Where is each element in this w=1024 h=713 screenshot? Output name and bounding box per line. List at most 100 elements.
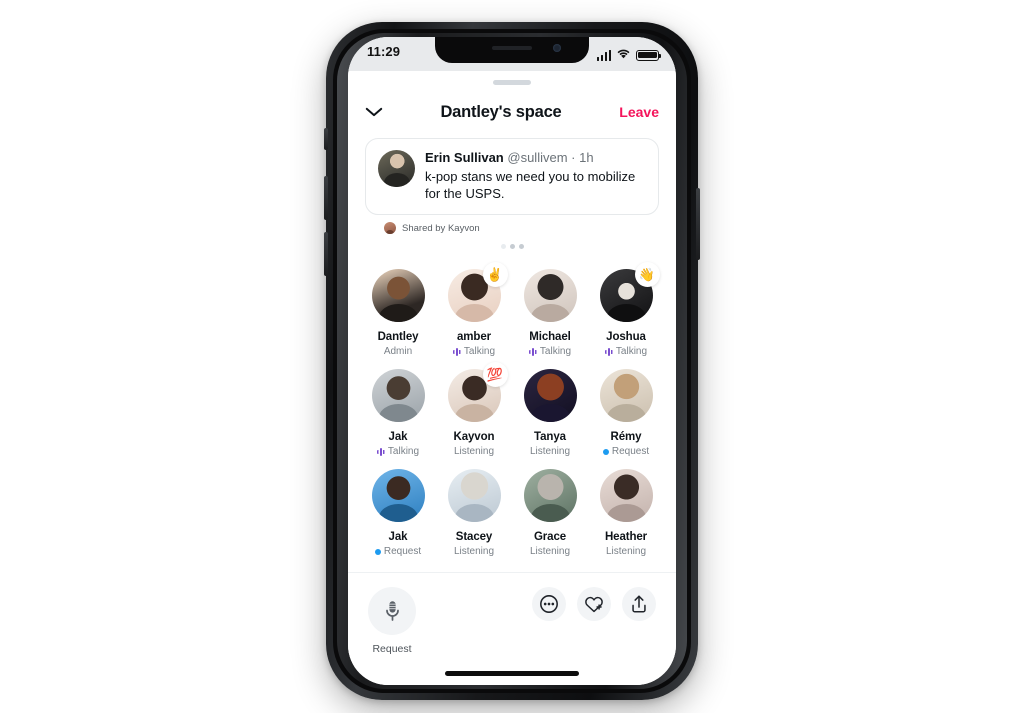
- avatar-shoulders: [454, 504, 494, 522]
- participant-name: Stacey: [455, 531, 493, 543]
- participant-status-label: Listening: [529, 446, 571, 457]
- microphone-icon[interactable]: [368, 587, 416, 635]
- battery-full-icon: [636, 49, 662, 61]
- participant-emoji-badge: 👋: [634, 262, 660, 287]
- talking-mic-icon: [452, 347, 461, 356]
- participant-tile[interactable]: Dantley Admin: [360, 269, 436, 369]
- participant-avatar: [523, 469, 577, 522]
- status-time: 11:29: [367, 44, 401, 59]
- talking-mic-icon: [528, 347, 537, 356]
- participant-avatar: [599, 469, 653, 522]
- avatar-shoulders: [606, 304, 646, 322]
- request-dot-icon: [374, 548, 381, 555]
- share-upload-icon[interactable]: [622, 587, 656, 621]
- participant-tile[interactable]: ✌️ amber Talking: [436, 262, 512, 369]
- request-mic-control[interactable]: Request: [368, 587, 416, 655]
- participant-status: Listening: [454, 546, 494, 557]
- participant-status-label: Listening: [605, 546, 647, 557]
- participant-name: Jak: [388, 531, 408, 543]
- participant-status: Listening: [530, 546, 570, 557]
- page-indicator[interactable]: [365, 234, 659, 251]
- participant-status: Request: [374, 546, 422, 557]
- participant-tile[interactable]: Grace Listening: [512, 469, 588, 569]
- shared-tweet-section: Erin Sullivan @sullivem · 1h k-pop stans…: [348, 133, 676, 251]
- heart-plus-icon[interactable]: [577, 587, 611, 621]
- page-dot[interactable]: [518, 244, 524, 249]
- avatar-shoulders: [606, 504, 646, 522]
- participant-status: Listening: [606, 546, 646, 557]
- avatar-shoulders: [530, 404, 570, 422]
- page-dot[interactable]: [500, 244, 506, 249]
- participant-avatar: [371, 269, 425, 322]
- participant-name: Heather: [604, 531, 648, 543]
- tweet-text: k-pop stans we need you to mobilize for …: [425, 169, 636, 201]
- status-icons: [596, 46, 662, 64]
- participant-name: Grace: [533, 531, 567, 543]
- participant-tile[interactable]: Tanya Listening: [512, 369, 588, 469]
- participant-tile[interactable]: Heather Listening: [588, 469, 664, 569]
- shared-by-label: Shared by Kayvon: [402, 222, 480, 234]
- participant-avatar-holder: [523, 269, 577, 322]
- tweet-meta-line: Erin Sullivan @sullivem · 1h: [425, 150, 646, 166]
- request-dot-icon: [602, 448, 609, 455]
- participant-status-label: Talking: [615, 346, 648, 357]
- chevron-down-icon[interactable]: [365, 106, 395, 118]
- participant-tile[interactable]: Michael Talking: [512, 269, 588, 369]
- participant-tile[interactable]: Jak Talking: [360, 369, 436, 469]
- front-camera-icon: [553, 44, 561, 52]
- participant-tile[interactable]: Stacey Listening: [436, 469, 512, 569]
- status-bar: 11:29: [348, 37, 676, 71]
- participant-name: Kayvon: [453, 431, 495, 443]
- participant-status: Listening: [530, 446, 570, 457]
- participant-avatar-holder: [599, 469, 653, 522]
- volume-down-button[interactable]: [324, 232, 328, 276]
- participant-tile[interactable]: Rémy Request: [588, 369, 664, 469]
- avatar-shoulders: [378, 404, 418, 422]
- participant-avatar-holder: [599, 369, 653, 422]
- more-dots-icon[interactable]: [532, 587, 566, 621]
- participant-status: Admin: [384, 346, 412, 357]
- participant-status-label: Request: [383, 546, 422, 557]
- participant-name: Tanya: [534, 431, 566, 443]
- avatar-shoulders: [530, 304, 570, 322]
- participant-avatar: [371, 369, 425, 422]
- participant-avatar-holder: 👋: [599, 262, 660, 322]
- participant-tile[interactable]: 💯 Kayvon Listening: [436, 362, 512, 469]
- bottom-toolbar: Request: [348, 572, 676, 685]
- volume-up-button[interactable]: [324, 176, 328, 220]
- participant-status-label: Listening: [453, 546, 495, 557]
- participant-status-label: Request: [611, 446, 650, 457]
- participant-name: Rémy: [610, 431, 642, 443]
- tweet-meta-separator: ·: [571, 150, 576, 165]
- phone-screen: 11:29 Dantley's space Leave Erin Sulliva…: [348, 37, 676, 685]
- leave-button[interactable]: Leave: [607, 104, 659, 120]
- avatar-shoulders: [454, 304, 494, 322]
- notch: [435, 37, 589, 63]
- participant-tile[interactable]: Jak Request: [360, 469, 436, 569]
- sheet-drag-handle[interactable]: [493, 80, 531, 85]
- tweet-author-handle: @sullivem: [507, 150, 568, 165]
- participant-name: Dantley: [377, 331, 419, 343]
- cellular-bars-icon: [596, 49, 611, 61]
- participant-avatar-holder: [371, 369, 425, 422]
- tweet-timestamp: 1h: [579, 150, 594, 165]
- participant-status-label: Listening: [529, 546, 571, 557]
- participant-status-label: Talking: [539, 346, 572, 357]
- participant-avatar: [523, 269, 577, 322]
- screenshot-stage: 11:29 Dantley's space Leave Erin Sulliva…: [0, 0, 1024, 713]
- mute-switch-button[interactable]: [324, 128, 328, 150]
- earpiece-speaker-icon: [492, 46, 532, 50]
- tweet-card[interactable]: Erin Sullivan @sullivem · 1h k-pop stans…: [365, 138, 659, 215]
- participant-tile[interactable]: 👋 Joshua Talking: [588, 262, 664, 369]
- participant-avatar-holder: [523, 469, 577, 522]
- participant-name: Jak: [388, 431, 408, 443]
- power-button[interactable]: [696, 188, 700, 260]
- page-dot[interactable]: [509, 244, 515, 249]
- home-indicator[interactable]: [445, 671, 579, 676]
- avatar-shoulders: [378, 304, 418, 322]
- avatar-shoulders: [606, 404, 646, 422]
- participant-avatar-holder: [371, 469, 425, 522]
- participant-status: Listening: [454, 446, 494, 457]
- wifi-icon: [616, 46, 631, 64]
- participant-avatar-holder: [523, 369, 577, 422]
